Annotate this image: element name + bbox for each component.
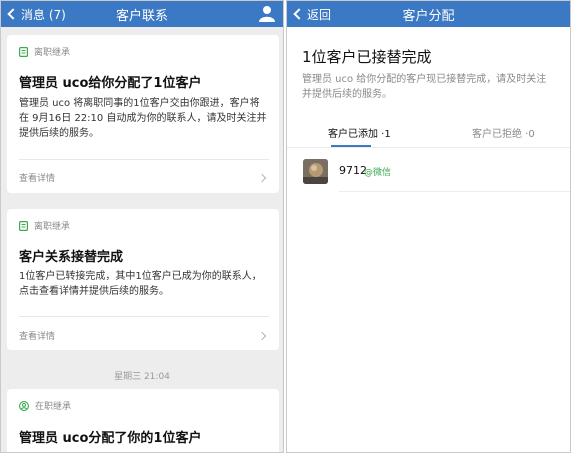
notification-card[interactable]: 离职继承 管理员 uco给你分配了1位客户 管理员 uco 将离职同事的1位客户… xyxy=(7,35,279,193)
chevron-left-icon xyxy=(7,8,19,20)
card-title: 管理员 uco分配了你的1位客户 xyxy=(19,431,202,446)
user-circle-icon xyxy=(19,400,29,411)
card-body: 管理员 uco 将离职同事的1位客户交由你跟进，客户将在 9月16日 22:10… xyxy=(19,98,267,139)
notification-card[interactable]: 在职继承 管理员 uco分配了你的1位客户 xyxy=(7,389,279,452)
tab-rejected[interactable]: 客户已拒绝 ·0 xyxy=(472,125,535,140)
contact-list-item[interactable]: 9712 @微信 xyxy=(287,151,570,191)
view-details-label: 查看详情 xyxy=(19,332,56,342)
left-screen: 消息 (7) 客户联系 离职继承 管理员 uco给你分配了1位客户 管理员 uc… xyxy=(0,0,284,453)
person-icon[interactable] xyxy=(259,5,275,22)
card-tag: 在职继承 xyxy=(19,399,71,412)
card-divider xyxy=(19,316,269,317)
card-title: 客户关系接替完成 xyxy=(19,250,124,265)
page-title: 客户分配 xyxy=(402,8,455,24)
contact-name: 9712 xyxy=(339,164,367,177)
card-tag: 离职继承 xyxy=(19,219,70,232)
card-tag-label: 离职继承 xyxy=(34,48,71,58)
tab-added[interactable]: 客户已添加 ·1 xyxy=(328,125,391,140)
back-label: 返回 xyxy=(307,7,332,22)
back-label: 消息 (7) xyxy=(21,7,66,22)
card-divider xyxy=(19,159,269,160)
view-details-link[interactable]: 查看详情 xyxy=(19,329,269,342)
chevron-left-icon xyxy=(293,8,305,20)
notification-card[interactable]: 离职继承 客户关系接替完成 1位客户已转接完成，其中1位客户已成为你的联系人，点… xyxy=(7,209,279,350)
view-details-link[interactable]: 查看详情 xyxy=(19,171,269,184)
card-tag: 离职继承 xyxy=(19,45,70,58)
chevron-right-icon xyxy=(257,331,267,340)
document-icon xyxy=(19,46,28,57)
right-screen: 返回 客户分配 1位客户已接替完成 管理员 uco 给你分配的客户现已接替完成，… xyxy=(286,0,571,453)
avatar xyxy=(303,159,328,184)
contact-source: @微信 xyxy=(364,168,392,178)
timestamp: 星期三 21:04 xyxy=(114,372,170,382)
view-details-label: 查看详情 xyxy=(19,174,56,184)
result-description: 管理员 uco 给你分配的客户现已接替完成，请及时关注并提供后续的服务。 xyxy=(302,74,547,100)
right-navbar: 返回 客户分配 xyxy=(287,1,570,27)
row-divider xyxy=(339,191,570,192)
tab-divider xyxy=(287,147,570,148)
chevron-right-icon xyxy=(257,173,267,182)
document-icon xyxy=(19,220,28,231)
card-title: 管理员 uco给你分配了1位客户 xyxy=(19,76,202,91)
card-tag-label: 在职继承 xyxy=(35,402,72,412)
page-title: 客户联系 xyxy=(115,8,168,24)
card-body: 1位客户已转接完成，其中1位客户已成为你的联系人，点击查看详情并提供后续的服务。 xyxy=(19,271,262,297)
card-tag-label: 离职继承 xyxy=(34,222,71,232)
result-heading: 1位客户已接替完成 xyxy=(302,48,432,66)
back-to-messages-button[interactable]: 消息 (7) xyxy=(7,1,66,27)
left-navbar: 消息 (7) 客户联系 xyxy=(1,1,283,27)
back-button[interactable]: 返回 xyxy=(293,1,331,27)
